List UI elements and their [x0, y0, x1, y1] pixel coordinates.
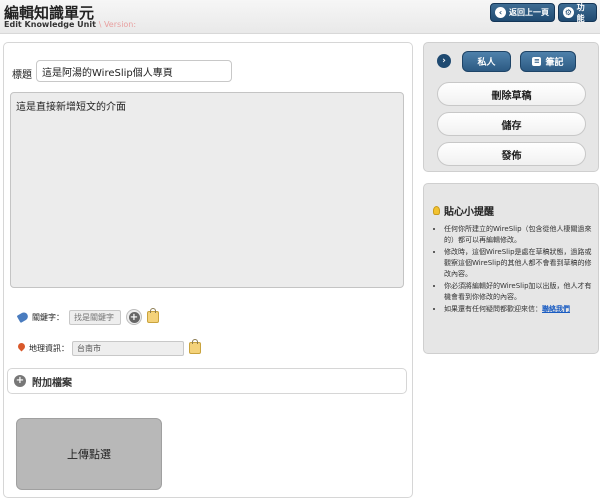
tip-item: 修改時，這個WireSlip是處在草稿狀態，過路或觀察這個WireSlip的其他… [444, 247, 594, 280]
tips-header: 貼心小提醒 [433, 203, 494, 218]
title-input[interactable] [36, 60, 232, 82]
geo-label: 地理資訊： [29, 343, 69, 353]
private-button[interactable]: 私人 [462, 51, 511, 72]
keyword-lock-icon[interactable] [147, 308, 159, 323]
body-textarea[interactable]: 這是直接新增短文的介面 [10, 92, 404, 288]
chevron-left-icon: ‹ [495, 7, 506, 18]
tip-item: 如果還有任何疑問都歡迎來信：聯絡我們 [444, 304, 594, 315]
add-keyword-button[interactable]: + [126, 309, 142, 325]
keyword-label: 關鍵字： [32, 312, 64, 322]
upload-button[interactable]: 上傳點選 [16, 418, 162, 490]
contact-us-link[interactable]: 聯絡我們 [542, 305, 570, 313]
function-button-label: 功能 [576, 1, 585, 23]
geo-lock-icon[interactable] [189, 339, 201, 354]
tip-item: 任何你所建立的WireSlip（包含從他人棲關過來的）都可以再編輯修改。 [444, 224, 594, 246]
version-label: \ Version: [98, 20, 137, 29]
title-label: 標題 [12, 70, 32, 81]
actions-panel: › 私人 ≡ 筆記 刪除草稿 儲存 發佈 [423, 42, 599, 172]
back-button-label: 返回上一頁 [509, 7, 549, 17]
note-button-label: 筆記 [545, 58, 564, 68]
tag-icon [16, 311, 30, 323]
delete-draft-button[interactable]: 刪除草稿 [437, 82, 586, 106]
subtitle-text: Edit Knowledge Unit [4, 20, 96, 29]
geo-input[interactable] [72, 340, 184, 356]
attach-files-label: 附加檔案 [32, 377, 72, 389]
save-button[interactable]: 儲存 [437, 112, 586, 136]
keyword-input[interactable] [69, 309, 121, 325]
publish-button[interactable]: 發佈 [437, 142, 586, 166]
plus-circle-icon: + [14, 375, 26, 387]
note-icon: ≡ [532, 57, 542, 66]
geo-row: 地理資訊： [16, 339, 201, 357]
page-header: 編輯知識單元 Edit Knowledge Unit \ Version: ‹ … [0, 0, 600, 34]
keyword-row: 關鍵字： + [16, 308, 159, 326]
tips-list: 任何你所建立的WireSlip（包含從他人棲關過來的）都可以再編輯修改。 修改時… [444, 224, 594, 316]
gear-icon: ⚙ [563, 7, 574, 18]
lightbulb-icon [433, 206, 440, 215]
back-button[interactable]: ‹ 返回上一頁 [490, 3, 555, 22]
note-button[interactable]: ≡ 筆記 [520, 51, 576, 72]
tip-item-text: 如果還有任何疑問都歡迎來信： [444, 305, 542, 313]
plus-icon: + [128, 311, 140, 323]
map-pin-icon [16, 341, 27, 351]
attach-files-toggle[interactable]: + 附加檔案 [7, 368, 407, 394]
function-button[interactable]: ⚙ 功能 [558, 1, 597, 23]
chevron-right-icon[interactable]: › [437, 54, 451, 68]
tips-panel: 貼心小提醒 任何你所建立的WireSlip（包含從他人棲關過來的）都可以再編輯修… [423, 183, 599, 354]
tips-title: 貼心小提醒 [444, 207, 494, 218]
editor-panel: 標題 這是直接新增短文的介面 關鍵字： + 地理資訊： + 附加檔案 上傳點選 [3, 42, 413, 498]
page-subtitle: Edit Knowledge Unit \ Version: [4, 20, 136, 29]
tip-item: 你必須將編輯好的WireSlip加以出版，他人才有機會看到你修改的內容。 [444, 281, 594, 303]
